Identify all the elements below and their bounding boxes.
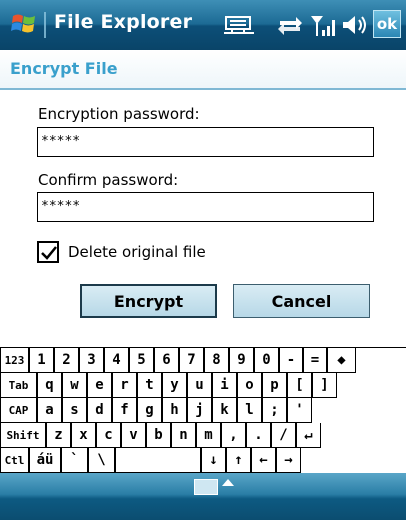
windows-start-icon[interactable] <box>10 10 38 38</box>
dialog-header: Encrypt File <box>0 50 406 90</box>
keyboard-row: Ctl áü ` \ ↓ ↑ ← → <box>0 448 406 473</box>
checkmark-icon <box>41 246 57 260</box>
key-ctl[interactable]: Ctl <box>0 448 29 473</box>
key-m[interactable]: m <box>196 423 221 448</box>
menu-bar <box>0 473 406 520</box>
key-g[interactable]: g <box>137 398 162 423</box>
key-1[interactable]: 1 <box>29 348 54 373</box>
key-n[interactable]: n <box>171 423 196 448</box>
key-e[interactable]: e <box>87 373 112 398</box>
keyboard-row: Tab q w e r t y u i o p[] <box>0 373 406 398</box>
key-symbol[interactable]: → <box>276 448 301 473</box>
key-3[interactable]: 3 <box>79 348 104 373</box>
key-cap[interactable]: CAP <box>0 398 37 423</box>
key-w[interactable]: w <box>62 373 87 398</box>
key-symbol[interactable]: = <box>303 348 327 373</box>
key-symbol[interactable]: ↑ <box>226 448 251 473</box>
encryption-password-input[interactable]: ***** <box>37 127 374 157</box>
key-a[interactable]: a <box>37 398 62 423</box>
keyboard-row: Shift z x c v b n m,. / ↵ <box>0 423 406 448</box>
keyboard-row: 123 1 2 3 4 5 6 7 8 9 0- = ◆ <box>0 348 406 373</box>
key-v[interactable]: v <box>121 423 146 448</box>
key-o[interactable]: o <box>237 373 262 398</box>
key-symbol[interactable]: / <box>271 423 296 448</box>
key-symbol[interactable]: - <box>279 348 303 373</box>
key-0[interactable]: 0 <box>254 348 279 373</box>
backspace-key[interactable]: ◆ <box>327 348 356 373</box>
key-shift[interactable]: Shift <box>0 423 46 448</box>
enter-key[interactable]: ↵ <box>296 423 321 448</box>
confirm-password-input[interactable]: ***** <box>37 192 374 222</box>
connectivity-icon[interactable] <box>224 12 260 38</box>
title-bar: File Explorer ok <box>0 0 406 50</box>
key-y[interactable]: y <box>162 373 187 398</box>
key-symbol[interactable]: . <box>246 423 271 448</box>
title-separator <box>44 12 46 38</box>
key-t[interactable]: t <box>137 373 162 398</box>
key-s[interactable]: s <box>62 398 87 423</box>
key-b[interactable]: b <box>146 423 171 448</box>
key-d[interactable]: d <box>87 398 112 423</box>
key-r[interactable]: r <box>112 373 137 398</box>
key-l[interactable]: l <box>237 398 262 423</box>
key-j[interactable]: j <box>187 398 212 423</box>
app-title: File Explorer <box>54 11 193 33</box>
volume-icon[interactable] <box>341 12 371 38</box>
encrypt-button[interactable]: Encrypt <box>80 284 217 318</box>
key-123[interactable]: 123 <box>0 348 29 373</box>
confirm-password-label: Confirm password: <box>38 171 179 189</box>
key-symbol[interactable]: áü <box>29 448 61 473</box>
keyboard-row: CAP a s d f g h j k l; ' <box>0 398 406 423</box>
soft-keyboard: 123 1 2 3 4 5 6 7 8 9 0- = ◆ Tab q w e r t y u i o p[] CAP a s d f g h… <box>0 347 406 473</box>
key-symbol[interactable]: ← <box>251 448 276 473</box>
key-symbol[interactable]: ↓ <box>201 448 226 473</box>
key-symbol[interactable]: ` <box>61 448 88 473</box>
key-u[interactable]: u <box>187 373 212 398</box>
key-symbol[interactable]: \ <box>88 448 115 473</box>
key-k[interactable]: k <box>212 398 237 423</box>
key-p[interactable]: p <box>262 373 287 398</box>
signal-icon[interactable] <box>309 12 339 38</box>
key-i[interactable]: i <box>212 373 237 398</box>
key-q[interactable]: q <box>37 373 62 398</box>
key-symbol[interactable]: ] <box>312 373 337 398</box>
dialog-title: Encrypt File <box>10 59 118 78</box>
key-x[interactable]: x <box>71 423 96 448</box>
ok-button[interactable]: ok <box>373 10 401 38</box>
keyboard-icon[interactable] <box>194 479 218 495</box>
key-5[interactable]: 5 <box>129 348 154 373</box>
key-f[interactable]: f <box>112 398 137 423</box>
encryption-password-label: Encryption password: <box>38 105 200 123</box>
key-6[interactable]: 6 <box>154 348 179 373</box>
key-symbol[interactable]: ' <box>287 398 312 423</box>
cancel-button[interactable]: Cancel <box>233 284 370 318</box>
key-2[interactable]: 2 <box>54 348 79 373</box>
key-c[interactable]: c <box>96 423 121 448</box>
delete-original-checkbox[interactable] <box>37 241 59 263</box>
key-tab[interactable]: Tab <box>0 373 37 398</box>
key-7[interactable]: 7 <box>179 348 204 373</box>
space-key[interactable] <box>115 448 201 473</box>
key-symbol[interactable]: , <box>221 423 246 448</box>
key-h[interactable]: h <box>162 398 187 423</box>
input-menu-arrow-icon[interactable] <box>222 479 234 486</box>
key-4[interactable]: 4 <box>104 348 129 373</box>
delete-original-label[interactable]: Delete original file <box>68 243 206 261</box>
key-z[interactable]: z <box>46 423 71 448</box>
key-8[interactable]: 8 <box>204 348 229 373</box>
key-symbol[interactable]: [ <box>287 373 312 398</box>
key-symbol[interactable]: ; <box>262 398 287 423</box>
key-9[interactable]: 9 <box>229 348 254 373</box>
sync-icon[interactable] <box>276 12 304 38</box>
